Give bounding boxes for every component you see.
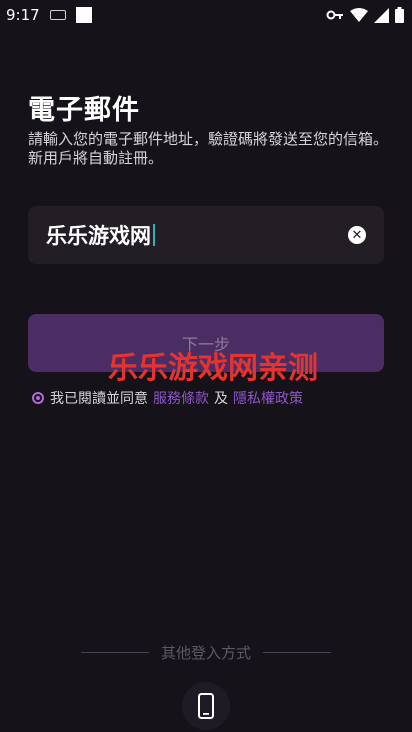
cellular-signal-icon — [374, 7, 389, 23]
vpn-key-icon — [326, 10, 343, 20]
clear-icon[interactable]: ✕ — [348, 226, 366, 244]
divider-line-right — [263, 652, 331, 653]
status-bar-right — [326, 7, 404, 23]
other-login-divider: 其他登入方式 — [0, 642, 412, 663]
privacy-link[interactable]: 隱私權政策 — [233, 388, 303, 408]
agreement-joiner: 及 — [214, 391, 228, 407]
email-field[interactable]: 乐乐游戏网 ✕ — [28, 206, 384, 264]
divider-line-left — [80, 652, 149, 653]
keyboard-icon — [49, 10, 66, 20]
agreement-row: 我已閱讀並同意 服務條款 及 隱私權政策 — [32, 388, 303, 408]
phone-login-button[interactable] — [182, 682, 230, 730]
watermark: 乐乐游戏网亲测 — [108, 351, 318, 386]
agree-radio[interactable] — [32, 392, 44, 404]
status-bar: 9:17 — [0, 0, 412, 30]
status-time: 9:17 — [6, 6, 40, 24]
battery-icon — [395, 7, 404, 23]
terms-link[interactable]: 服務條款 — [153, 388, 209, 408]
phone-icon — [198, 693, 214, 719]
text-caret — [153, 224, 155, 246]
radio-dot — [36, 396, 40, 400]
other-login-label: 其他登入方式 — [160, 644, 251, 662]
status-bar-left: 9:17 — [6, 6, 92, 24]
wifi-icon — [350, 7, 368, 22]
email-input-value[interactable]: 乐乐游戏网 — [46, 220, 348, 250]
notification-icon — [75, 7, 92, 23]
page-description: 請輸入您的電子郵件地址，驗證碼將發送至您的信箱。新用戶將自動註冊。 — [28, 130, 389, 167]
page-title: 電子郵件 — [28, 95, 140, 126]
agreement-prefix: 我已閱讀並同意 — [50, 391, 148, 407]
email-input-text: 乐乐游戏网 — [46, 224, 151, 248]
